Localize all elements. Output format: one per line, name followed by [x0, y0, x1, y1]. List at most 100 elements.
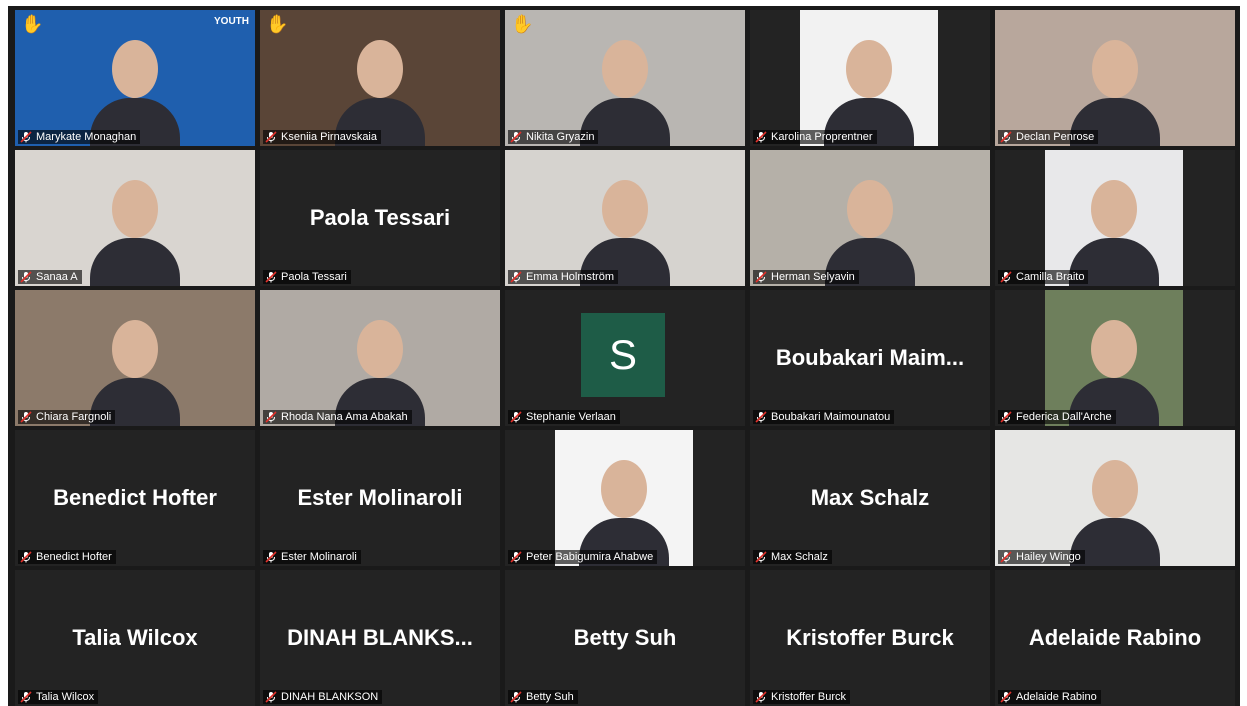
- participant-name: Max Schalz: [771, 551, 828, 563]
- participant-name: Camilla Braito: [1016, 271, 1085, 283]
- participant-display-name: Ester Molinaroli: [297, 485, 463, 510]
- muted-mic-icon: [265, 551, 277, 563]
- participant-tile[interactable]: Herman Selyavin: [750, 150, 990, 286]
- muted-mic-icon: [1000, 551, 1012, 563]
- participant-tile[interactable]: Benedict Hofter Benedict Hofter: [15, 430, 255, 566]
- muted-mic-icon: [1000, 411, 1012, 423]
- participant-face: [1092, 40, 1138, 98]
- participant-video: [800, 10, 938, 146]
- participant-name-tag: Talia Wilcox: [18, 690, 99, 704]
- participant-tile[interactable]: Hailey Wingo: [995, 430, 1235, 566]
- muted-mic-icon: [755, 131, 767, 143]
- participant-name: Hailey Wingo: [1016, 551, 1081, 563]
- participant-name-tag: Herman Selyavin: [753, 270, 859, 284]
- participant-face: [357, 320, 403, 378]
- participant-tile[interactable]: Declan Penrose: [995, 10, 1235, 146]
- participant-name-tag: Karolina Proprentner: [753, 130, 877, 144]
- muted-mic-icon: [1000, 131, 1012, 143]
- participant-name: Peter Babigumira Ahabwe: [526, 551, 654, 563]
- muted-mic-icon: [1000, 271, 1012, 283]
- participant-tile[interactable]: Talia Wilcox Talia Wilcox: [15, 570, 255, 706]
- participant-name: Herman Selyavin: [771, 271, 855, 283]
- muted-mic-icon: [510, 551, 522, 563]
- participant-name: Ester Molinaroli: [281, 551, 357, 563]
- participant-name-tag: Paola Tessari: [263, 270, 351, 284]
- participant-tile[interactable]: Paola Tessari Paola Tessari: [260, 150, 500, 286]
- participant-tile[interactable]: ✋ Nikita Gryazin: [505, 10, 745, 146]
- participant-video: [505, 150, 745, 286]
- participant-face: [1092, 460, 1138, 518]
- participant-name: Declan Penrose: [1016, 131, 1095, 143]
- participant-tile[interactable]: Karolina Proprentner: [750, 10, 990, 146]
- participant-tile[interactable]: Peter Babigumira Ahabwe: [505, 430, 745, 566]
- muted-mic-icon: [755, 411, 767, 423]
- muted-mic-icon: [20, 271, 32, 283]
- participant-tile[interactable]: Camilla Braito: [995, 150, 1235, 286]
- participant-face: [847, 180, 893, 238]
- participant-face: [846, 40, 892, 98]
- participant-tile[interactable]: Max Schalz Max Schalz: [750, 430, 990, 566]
- participant-video: [1045, 150, 1183, 286]
- participant-tile[interactable]: ✋ YOUTH Marykate Monaghan: [15, 10, 255, 146]
- participant-tile[interactable]: Sanaa A: [15, 150, 255, 286]
- participant-name-tag: Adelaide Rabino: [998, 690, 1101, 704]
- participant-name-tag: Marykate Monaghan: [18, 130, 141, 144]
- participant-face: [1091, 320, 1137, 378]
- raised-hand-icon: ✋: [511, 14, 534, 34]
- gallery-view: ✋ YOUTH Marykate Monaghan ✋ Kseniia Pirnavsk…: [8, 6, 1240, 706]
- participant-name: DINAH BLANKSON: [281, 691, 379, 703]
- participant-tile[interactable]: Chiara Fargnoli: [15, 290, 255, 426]
- participant-tile[interactable]: Adelaide Rabino Adelaide Rabino: [995, 570, 1235, 706]
- participant-face: [601, 460, 647, 518]
- participant-tile[interactable]: Boubakari Maim... Boubakari Maimounatou: [750, 290, 990, 426]
- participant-tile[interactable]: Ester Molinaroli Ester Molinaroli: [260, 430, 500, 566]
- participant-name: Kristoffer Burck: [771, 691, 846, 703]
- participant-name: Talia Wilcox: [36, 691, 95, 703]
- participant-tile[interactable]: Emma Holmström: [505, 150, 745, 286]
- participant-tile[interactable]: Kristoffer Burck Kristoffer Burck: [750, 570, 990, 706]
- participant-name-tag: Rhoda Nana Ama Abakah: [263, 410, 412, 424]
- participant-tile[interactable]: S Stephanie Verlaan: [505, 290, 745, 426]
- participant-name: Nikita Gryazin: [526, 131, 595, 143]
- participant-tile[interactable]: Rhoda Nana Ama Abakah: [260, 290, 500, 426]
- participant-name: Federica Dall'Arche: [1016, 411, 1112, 423]
- participant-name-tag: Sanaa A: [18, 270, 82, 284]
- muted-mic-icon: [510, 271, 522, 283]
- participant-name-tag: Benedict Hofter: [18, 550, 116, 564]
- muted-mic-icon: [20, 691, 32, 703]
- participant-name-tag: Chiara Fargnoli: [18, 410, 116, 424]
- participant-video: [555, 430, 693, 566]
- muted-mic-icon: [755, 691, 767, 703]
- participant-tile[interactable]: DINAH BLANKS... DINAH BLANKSON: [260, 570, 500, 706]
- participant-display-name: Boubakari Maim...: [775, 345, 965, 370]
- participant-video: [15, 10, 255, 146]
- participant-video: [260, 10, 500, 146]
- participant-tile[interactable]: Betty Suh Betty Suh: [505, 570, 745, 706]
- participant-name-tag: Kristoffer Burck: [753, 690, 850, 704]
- muted-mic-icon: [20, 131, 32, 143]
- participant-display-name: Max Schalz: [810, 485, 930, 510]
- participant-face: [112, 40, 158, 98]
- muted-mic-icon: [510, 691, 522, 703]
- participant-name-tag: DINAH BLANKSON: [263, 690, 383, 704]
- participant-tile[interactable]: ✋ Kseniia Pirnavskaia: [260, 10, 500, 146]
- muted-mic-icon: [755, 271, 767, 283]
- muted-mic-icon: [755, 551, 767, 563]
- muted-mic-icon: [20, 551, 32, 563]
- participant-name: Stephanie Verlaan: [526, 411, 616, 423]
- participant-face: [1091, 180, 1137, 238]
- muted-mic-icon: [510, 131, 522, 143]
- participant-display-name: Benedict Hofter: [53, 485, 217, 510]
- participant-video: [750, 150, 990, 286]
- participant-name: Betty Suh: [526, 691, 574, 703]
- participant-name: Chiara Fargnoli: [36, 411, 112, 423]
- participant-name: Marykate Monaghan: [36, 131, 137, 143]
- participant-face: [112, 320, 158, 378]
- participant-tile[interactable]: Federica Dall'Arche: [995, 290, 1235, 426]
- participant-name-tag: Ester Molinaroli: [263, 550, 361, 564]
- participant-name-tag: Federica Dall'Arche: [998, 410, 1116, 424]
- participant-name-tag: Hailey Wingo: [998, 550, 1085, 564]
- participant-name-tag: Max Schalz: [753, 550, 832, 564]
- participant-video: [15, 150, 255, 286]
- participant-face: [357, 40, 403, 98]
